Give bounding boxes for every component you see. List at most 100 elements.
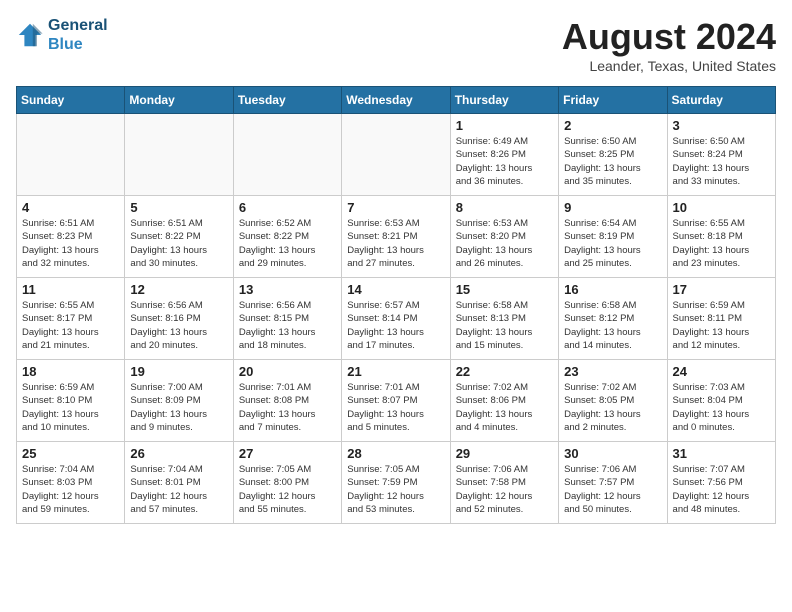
day-info: Sunrise: 6:52 AM Sunset: 8:22 PM Dayligh…: [239, 217, 336, 270]
day-number: 31: [673, 446, 770, 461]
day-number: 7: [347, 200, 444, 215]
day-info: Sunrise: 6:59 AM Sunset: 8:10 PM Dayligh…: [22, 381, 119, 434]
day-number: 1: [456, 118, 553, 133]
calendar-cell: 5 Sunrise: 6:51 AM Sunset: 8:22 PM Daylig…: [125, 196, 233, 278]
day-number: 28: [347, 446, 444, 461]
calendar-week-row: 18 Sunrise: 6:59 AM Sunset: 8:10 PM Dayli…: [17, 360, 776, 442]
day-number: 16: [564, 282, 661, 297]
day-info: Sunrise: 7:05 AM Sunset: 8:00 PM Dayligh…: [239, 463, 336, 516]
day-info: Sunrise: 6:56 AM Sunset: 8:15 PM Dayligh…: [239, 299, 336, 352]
calendar-cell: 29 Sunrise: 7:06 AM Sunset: 7:58 PM Dayli…: [450, 442, 558, 524]
calendar-cell: 13 Sunrise: 6:56 AM Sunset: 8:15 PM Dayli…: [233, 278, 341, 360]
location: Leander, Texas, United States: [562, 58, 776, 74]
calendar-cell: [233, 114, 341, 196]
calendar-cell: 31 Sunrise: 7:07 AM Sunset: 7:56 PM Dayli…: [667, 442, 775, 524]
day-number: 20: [239, 364, 336, 379]
day-info: Sunrise: 7:07 AM Sunset: 7:56 PM Dayligh…: [673, 463, 770, 516]
day-info: Sunrise: 7:00 AM Sunset: 8:09 PM Dayligh…: [130, 381, 227, 434]
calendar-cell: 21 Sunrise: 7:01 AM Sunset: 8:07 PM Dayli…: [342, 360, 450, 442]
calendar-week-row: 25Sunrise: 7:04 AM Sunset: 8:03 PM Dayli…: [17, 442, 776, 524]
calendar-cell: 7 Sunrise: 6:53 AM Sunset: 8:21 PM Daylig…: [342, 196, 450, 278]
weekday-header: Friday: [559, 87, 667, 114]
day-number: 18: [22, 364, 119, 379]
day-info: Sunrise: 6:49 AM Sunset: 8:26 PM Dayligh…: [456, 135, 553, 188]
calendar-cell: 4Sunrise: 6:51 AM Sunset: 8:23 PM Daylig…: [17, 196, 125, 278]
day-info: Sunrise: 6:51 AM Sunset: 8:22 PM Dayligh…: [130, 217, 227, 270]
calendar-cell: 27 Sunrise: 7:05 AM Sunset: 8:00 PM Dayli…: [233, 442, 341, 524]
month-title: August 2024: [562, 16, 776, 58]
day-info: Sunrise: 7:06 AM Sunset: 7:58 PM Dayligh…: [456, 463, 553, 516]
page-header: General Blue August 2024 Leander, Texas,…: [16, 16, 776, 74]
weekday-header: Sunday: [17, 87, 125, 114]
day-number: 19: [130, 364, 227, 379]
calendar-cell: 16 Sunrise: 6:58 AM Sunset: 8:12 PM Dayli…: [559, 278, 667, 360]
calendar-cell: 26 Sunrise: 7:04 AM Sunset: 8:01 PM Dayli…: [125, 442, 233, 524]
calendar-cell: 6Sunrise: 6:52 AM Sunset: 8:22 PM Daylig…: [233, 196, 341, 278]
weekday-header: Wednesday: [342, 87, 450, 114]
calendar-cell: 2 Sunrise: 6:50 AM Sunset: 8:25 PM Daylig…: [559, 114, 667, 196]
day-info: Sunrise: 7:02 AM Sunset: 8:06 PM Dayligh…: [456, 381, 553, 434]
calendar-cell: 14Sunrise: 6:57 AM Sunset: 8:14 PM Dayli…: [342, 278, 450, 360]
day-info: Sunrise: 6:58 AM Sunset: 8:13 PM Dayligh…: [456, 299, 553, 352]
calendar-cell: [342, 114, 450, 196]
day-info: Sunrise: 7:03 AM Sunset: 8:04 PM Dayligh…: [673, 381, 770, 434]
calendar-cell: 25Sunrise: 7:04 AM Sunset: 8:03 PM Dayli…: [17, 442, 125, 524]
day-info: Sunrise: 7:04 AM Sunset: 8:01 PM Dayligh…: [130, 463, 227, 516]
calendar-cell: 19 Sunrise: 7:00 AM Sunset: 8:09 PM Dayli…: [125, 360, 233, 442]
day-info: Sunrise: 7:06 AM Sunset: 7:57 PM Dayligh…: [564, 463, 661, 516]
day-number: 22: [456, 364, 553, 379]
day-info: Sunrise: 7:05 AM Sunset: 7:59 PM Dayligh…: [347, 463, 444, 516]
day-info: Sunrise: 6:54 AM Sunset: 8:19 PM Dayligh…: [564, 217, 661, 270]
weekday-header: Monday: [125, 87, 233, 114]
day-info: Sunrise: 6:53 AM Sunset: 8:21 PM Dayligh…: [347, 217, 444, 270]
day-number: 27: [239, 446, 336, 461]
calendar-cell: 9Sunrise: 6:54 AM Sunset: 8:19 PM Daylig…: [559, 196, 667, 278]
logo: General Blue: [16, 16, 108, 54]
calendar-cell: 10Sunrise: 6:55 AM Sunset: 8:18 PM Dayli…: [667, 196, 775, 278]
day-info: Sunrise: 6:59 AM Sunset: 8:11 PM Dayligh…: [673, 299, 770, 352]
calendar-cell: 8 Sunrise: 6:53 AM Sunset: 8:20 PM Daylig…: [450, 196, 558, 278]
weekday-header: Saturday: [667, 87, 775, 114]
day-number: 29: [456, 446, 553, 461]
calendar-week-row: 4Sunrise: 6:51 AM Sunset: 8:23 PM Daylig…: [17, 196, 776, 278]
day-number: 15: [456, 282, 553, 297]
calendar-cell: 30 Sunrise: 7:06 AM Sunset: 7:57 PM Dayli…: [559, 442, 667, 524]
day-number: 11: [22, 282, 119, 297]
day-number: 21: [347, 364, 444, 379]
day-number: 5: [130, 200, 227, 215]
calendar-cell: 12Sunrise: 6:56 AM Sunset: 8:16 PM Dayli…: [125, 278, 233, 360]
day-number: 30: [564, 446, 661, 461]
day-info: Sunrise: 7:04 AM Sunset: 8:03 PM Dayligh…: [22, 463, 119, 516]
calendar-table: SundayMondayTuesdayWednesdayThursdayFrid…: [16, 86, 776, 524]
calendar-cell: 1 Sunrise: 6:49 AM Sunset: 8:26 PM Daylig…: [450, 114, 558, 196]
day-info: Sunrise: 6:58 AM Sunset: 8:12 PM Dayligh…: [564, 299, 661, 352]
calendar-cell: [125, 114, 233, 196]
day-info: Sunrise: 7:02 AM Sunset: 8:05 PM Dayligh…: [564, 381, 661, 434]
day-number: 2: [564, 118, 661, 133]
calendar-cell: 28 Sunrise: 7:05 AM Sunset: 7:59 PM Dayli…: [342, 442, 450, 524]
day-info: Sunrise: 6:55 AM Sunset: 8:18 PM Dayligh…: [673, 217, 770, 270]
calendar-header-row: SundayMondayTuesdayWednesdayThursdayFrid…: [17, 87, 776, 114]
day-number: 26: [130, 446, 227, 461]
logo-line2: Blue: [48, 35, 108, 54]
calendar-cell: 20 Sunrise: 7:01 AM Sunset: 8:08 PM Dayli…: [233, 360, 341, 442]
day-info: Sunrise: 6:53 AM Sunset: 8:20 PM Dayligh…: [456, 217, 553, 270]
day-number: 14: [347, 282, 444, 297]
calendar-cell: 11 Sunrise: 6:55 AM Sunset: 8:17 PM Dayli…: [17, 278, 125, 360]
calendar-week-row: 11 Sunrise: 6:55 AM Sunset: 8:17 PM Dayli…: [17, 278, 776, 360]
calendar-cell: 24 Sunrise: 7:03 AM Sunset: 8:04 PM Dayli…: [667, 360, 775, 442]
calendar-cell: [17, 114, 125, 196]
day-info: Sunrise: 6:51 AM Sunset: 8:23 PM Dayligh…: [22, 217, 119, 270]
day-number: 8: [456, 200, 553, 215]
day-info: Sunrise: 7:01 AM Sunset: 8:08 PM Dayligh…: [239, 381, 336, 434]
day-info: Sunrise: 6:55 AM Sunset: 8:17 PM Dayligh…: [22, 299, 119, 352]
day-info: Sunrise: 7:01 AM Sunset: 8:07 PM Dayligh…: [347, 381, 444, 434]
day-info: Sunrise: 6:50 AM Sunset: 8:25 PM Dayligh…: [564, 135, 661, 188]
day-info: Sunrise: 6:50 AM Sunset: 8:24 PM Dayligh…: [673, 135, 770, 188]
calendar-week-row: 1 Sunrise: 6:49 AM Sunset: 8:26 PM Daylig…: [17, 114, 776, 196]
day-number: 24: [673, 364, 770, 379]
title-block: August 2024 Leander, Texas, United State…: [562, 16, 776, 74]
day-number: 13: [239, 282, 336, 297]
logo-line1: General: [48, 16, 108, 35]
day-number: 23: [564, 364, 661, 379]
